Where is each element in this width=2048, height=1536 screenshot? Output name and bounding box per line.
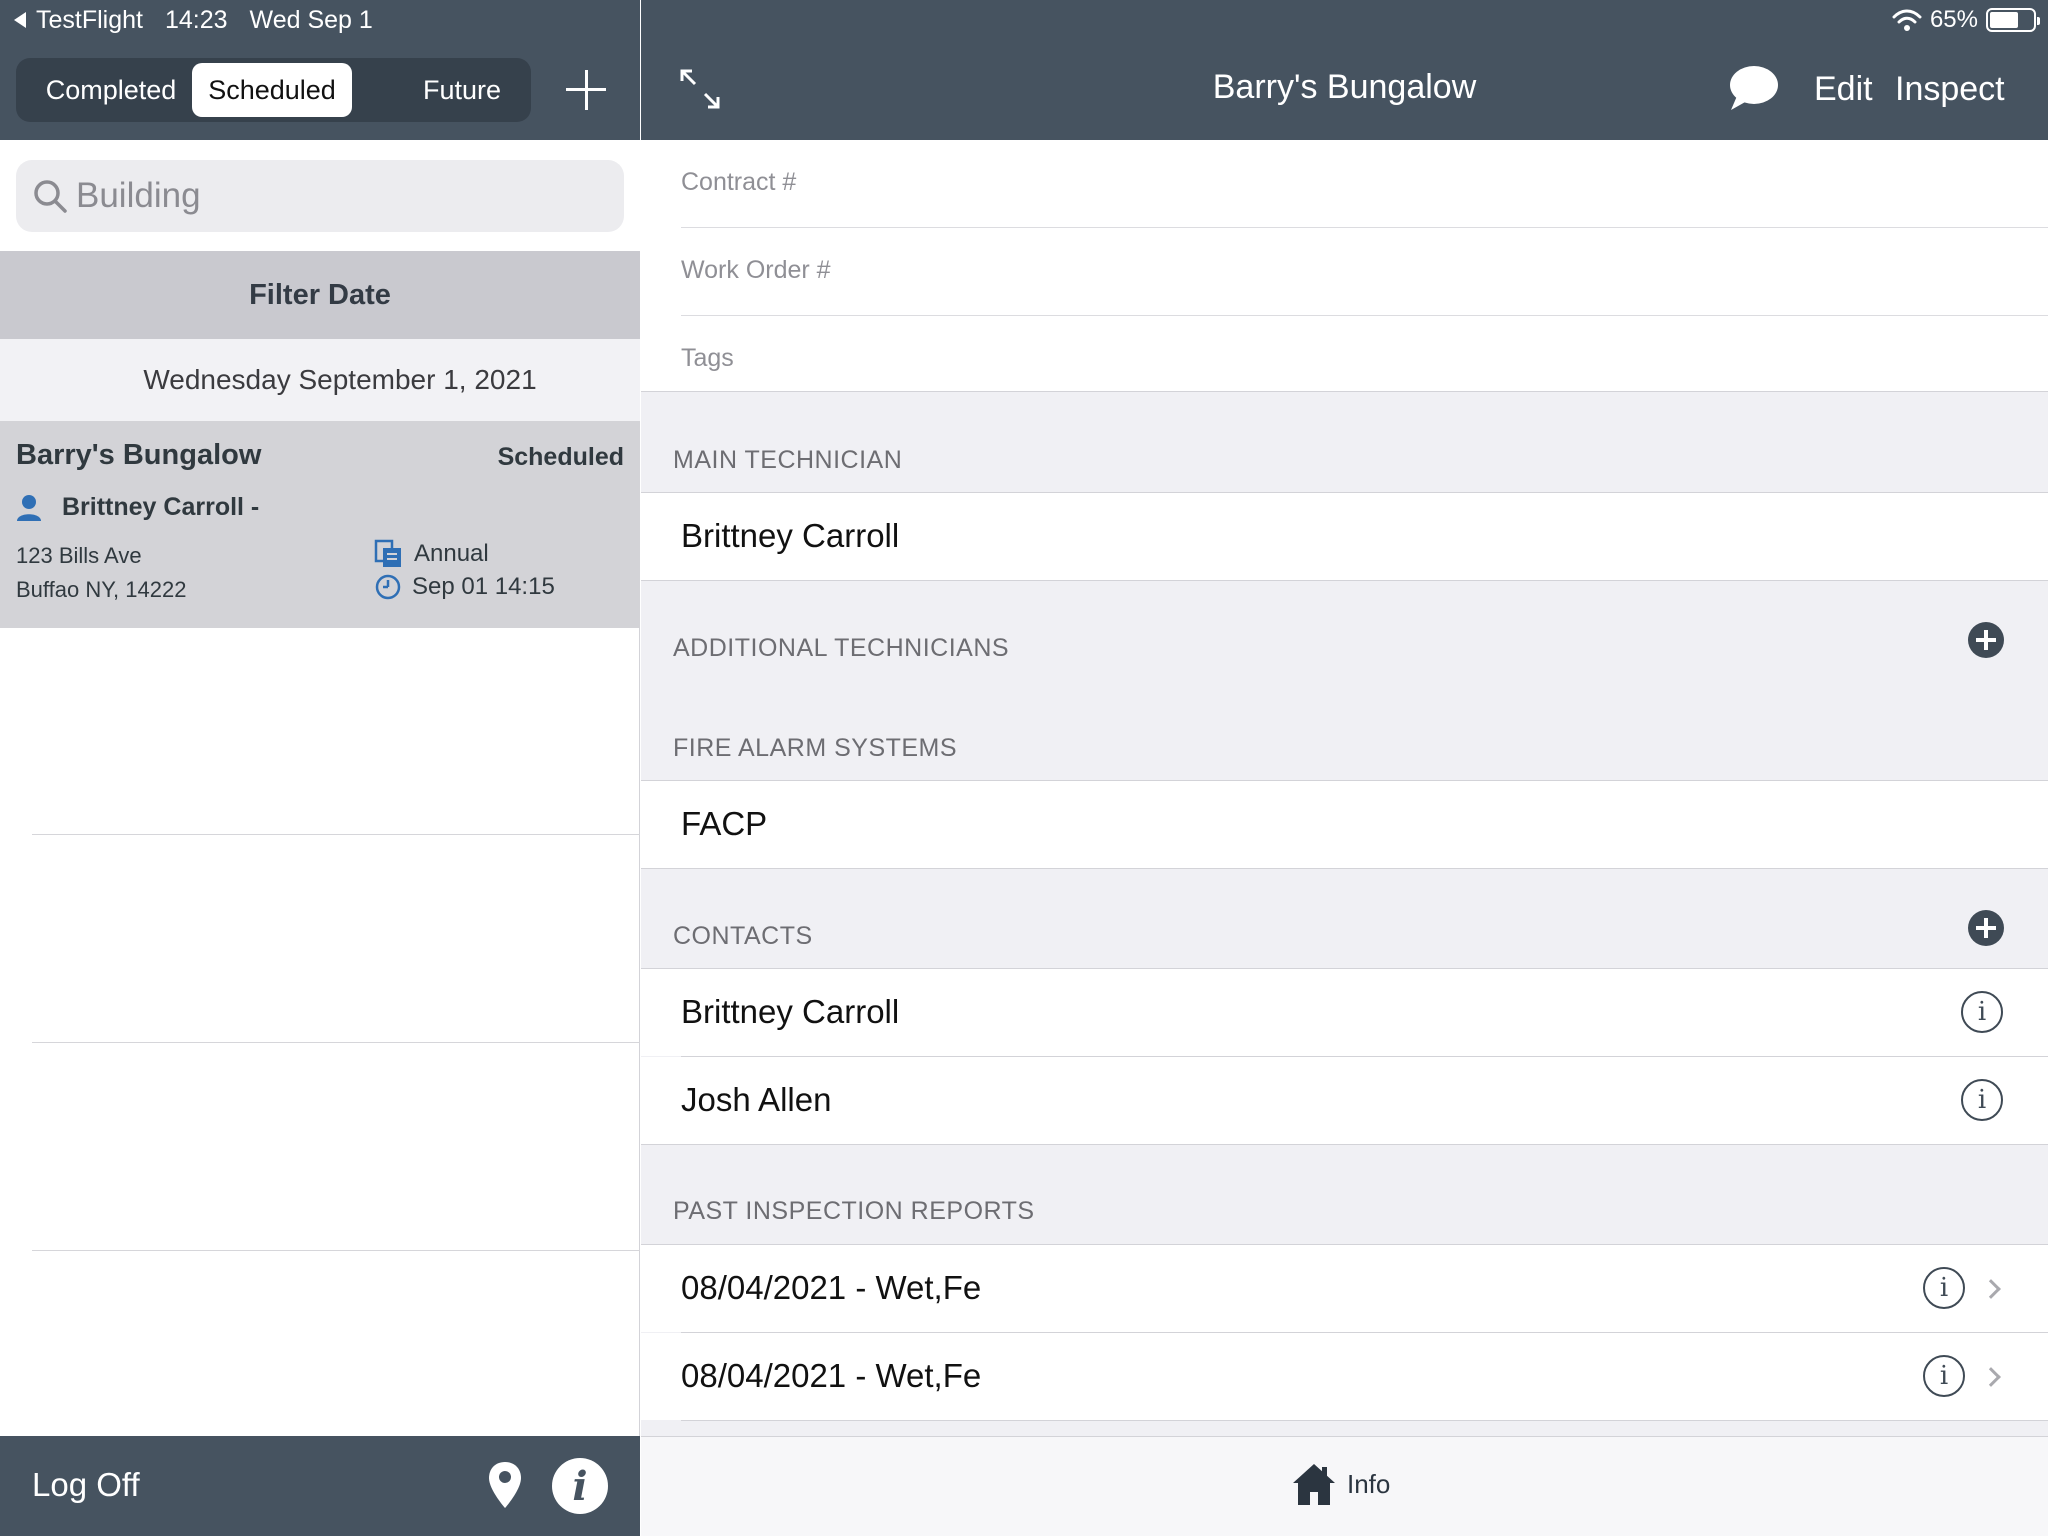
tags-placeholder: Tags [681, 344, 734, 372]
segment-completed[interactable]: Completed [22, 63, 200, 117]
past-reports-header: PAST INSPECTION REPORTS [673, 1197, 1035, 1225]
status-bar-left: TestFlight 14:23 Wed Sep 1 [14, 4, 373, 36]
app-info-button[interactable]: i [552, 1458, 608, 1514]
chat-bubble-icon[interactable] [1727, 64, 1779, 114]
main-technician-row[interactable]: Brittney Carroll [641, 493, 2048, 580]
work-order-placeholder: Work Order # [681, 256, 831, 284]
add-inspection-button[interactable] [566, 70, 606, 110]
contact-name: Brittney Carroll [681, 993, 900, 1030]
scheduled-time-text: Sep 01 14:15 [412, 573, 555, 600]
technician-name: Brittney Carroll - [62, 493, 260, 521]
status-segmented-control: Completed Scheduled Future [16, 58, 531, 122]
document-icon [374, 539, 401, 567]
back-arrow-icon[interactable] [14, 12, 26, 28]
tab-bar: Info [641, 1436, 2048, 1536]
info-icon: i [1977, 997, 1987, 1027]
add-technician-button[interactable] [1968, 622, 2004, 658]
section-divider [641, 868, 2048, 869]
search-field [16, 160, 624, 232]
log-off-button[interactable]: Log Off [32, 1466, 140, 1504]
fire-alarm-system-name: FACP [681, 805, 768, 842]
contact-info-button[interactable]: i [1961, 1079, 2003, 1121]
empty-row-separator [32, 834, 640, 835]
info-icon: i [1977, 1085, 1987, 1115]
row-divider [681, 1420, 2048, 1421]
past-report-row[interactable]: 08/04/2021 - Wet,Fe i [641, 1245, 2048, 1332]
battery-icon [1986, 8, 2040, 32]
contract-number-field[interactable]: Contract # [681, 140, 2048, 228]
section-divider [641, 391, 2048, 392]
add-contact-button[interactable] [1968, 910, 2004, 946]
contacts-header: CONTACTS [673, 922, 813, 950]
info-icon: i [1939, 1273, 1949, 1303]
section-divider [641, 580, 2048, 581]
segment-future[interactable]: Future [378, 63, 546, 117]
contact-info-button[interactable]: i [1961, 991, 2003, 1033]
main-technician-header: MAIN TECHNICIAN [673, 446, 903, 474]
detail-header: 65% Barry's Bungalow Edit Inspect [641, 0, 2048, 140]
empty-row-separator [32, 1042, 640, 1043]
search-area [0, 140, 640, 251]
job-fields: Contract # Work Order # Tags [641, 140, 2048, 391]
past-report-row[interactable]: 08/04/2021 - Wet,Fe i [641, 1333, 2048, 1420]
report-info-button[interactable]: i [1923, 1355, 1965, 1397]
info-icon: i [572, 1463, 588, 1510]
tab-info-label: Info [1347, 1468, 1391, 1499]
address-line-2: Buffao NY, 14222 [16, 577, 187, 602]
status-time: 14:23 [164, 5, 228, 34]
chevron-right-icon [1981, 1279, 2001, 1299]
wifi-icon [1892, 9, 1922, 31]
past-report-title: 08/04/2021 - Wet,Fe [681, 1269, 982, 1306]
report-info-button[interactable]: i [1923, 1267, 1965, 1309]
inspect-button[interactable]: Inspect [1895, 70, 2005, 109]
detail-pane: 65% Barry's Bungalow Edit Inspect Contra… [641, 0, 2048, 1536]
master-header: TestFlight 14:23 Wed Sep 1 Completed Sch… [0, 0, 640, 140]
filter-date-button[interactable]: Filter Date [0, 251, 640, 339]
status-bar-right: 65% [1892, 4, 2040, 36]
location-pin-icon[interactable] [487, 1460, 523, 1510]
contact-row[interactable]: Brittney Carroll i [641, 969, 2048, 1056]
status-badge: Scheduled [497, 443, 624, 471]
work-order-field[interactable]: Work Order # [681, 228, 2048, 316]
fire-alarm-systems-header: FIRE ALARM SYSTEMS [673, 734, 958, 762]
additional-technicians-header: ADDITIONAL TECHNICIANS [673, 634, 1010, 662]
fire-alarm-system-row[interactable]: FACP [641, 781, 2048, 868]
address-line-1: 123 Bills Ave [16, 543, 142, 568]
battery-percent: 65% [1929, 6, 1978, 33]
scheduled-time-row: Sep 01 14:15 [374, 573, 555, 601]
edit-button[interactable]: Edit [1814, 70, 1873, 109]
inspection-list-item[interactable]: Barry's Bungalow Scheduled Brittney Carr… [0, 421, 640, 628]
frequency-row: Annual [374, 539, 489, 569]
home-icon [1293, 1464, 1335, 1505]
empty-row-separator [32, 1250, 640, 1251]
date-section-header: Wednesday September 1, 2021 [0, 339, 640, 421]
search-input[interactable] [76, 168, 606, 224]
info-icon: i [1939, 1361, 1949, 1391]
segment-scheduled[interactable]: Scheduled [192, 63, 352, 117]
contact-name: Josh Allen [681, 1081, 832, 1118]
master-pane: TestFlight 14:23 Wed Sep 1 Completed Sch… [0, 0, 640, 1536]
search-icon [34, 180, 67, 213]
clock-icon [375, 574, 401, 600]
technician-row: Brittney Carroll - [16, 493, 259, 522]
past-report-title: 08/04/2021 - Wet,Fe [681, 1357, 982, 1394]
contact-row[interactable]: Josh Allen i [641, 1057, 2048, 1144]
contract-number-placeholder: Contract # [681, 168, 797, 196]
frequency-text: Annual [414, 540, 489, 567]
back-app-link[interactable]: TestFlight [36, 6, 143, 35]
status-date: Wed Sep 1 [249, 5, 373, 34]
tab-info[interactable]: Info [1291, 1461, 1390, 1507]
person-icon [17, 494, 41, 521]
building-name: Barry's Bungalow [16, 439, 262, 471]
master-footer: Log Off i [0, 1436, 640, 1536]
section-divider [641, 1144, 2048, 1145]
chevron-right-icon [1981, 1367, 2001, 1387]
main-technician-name: Brittney Carroll [681, 517, 900, 554]
